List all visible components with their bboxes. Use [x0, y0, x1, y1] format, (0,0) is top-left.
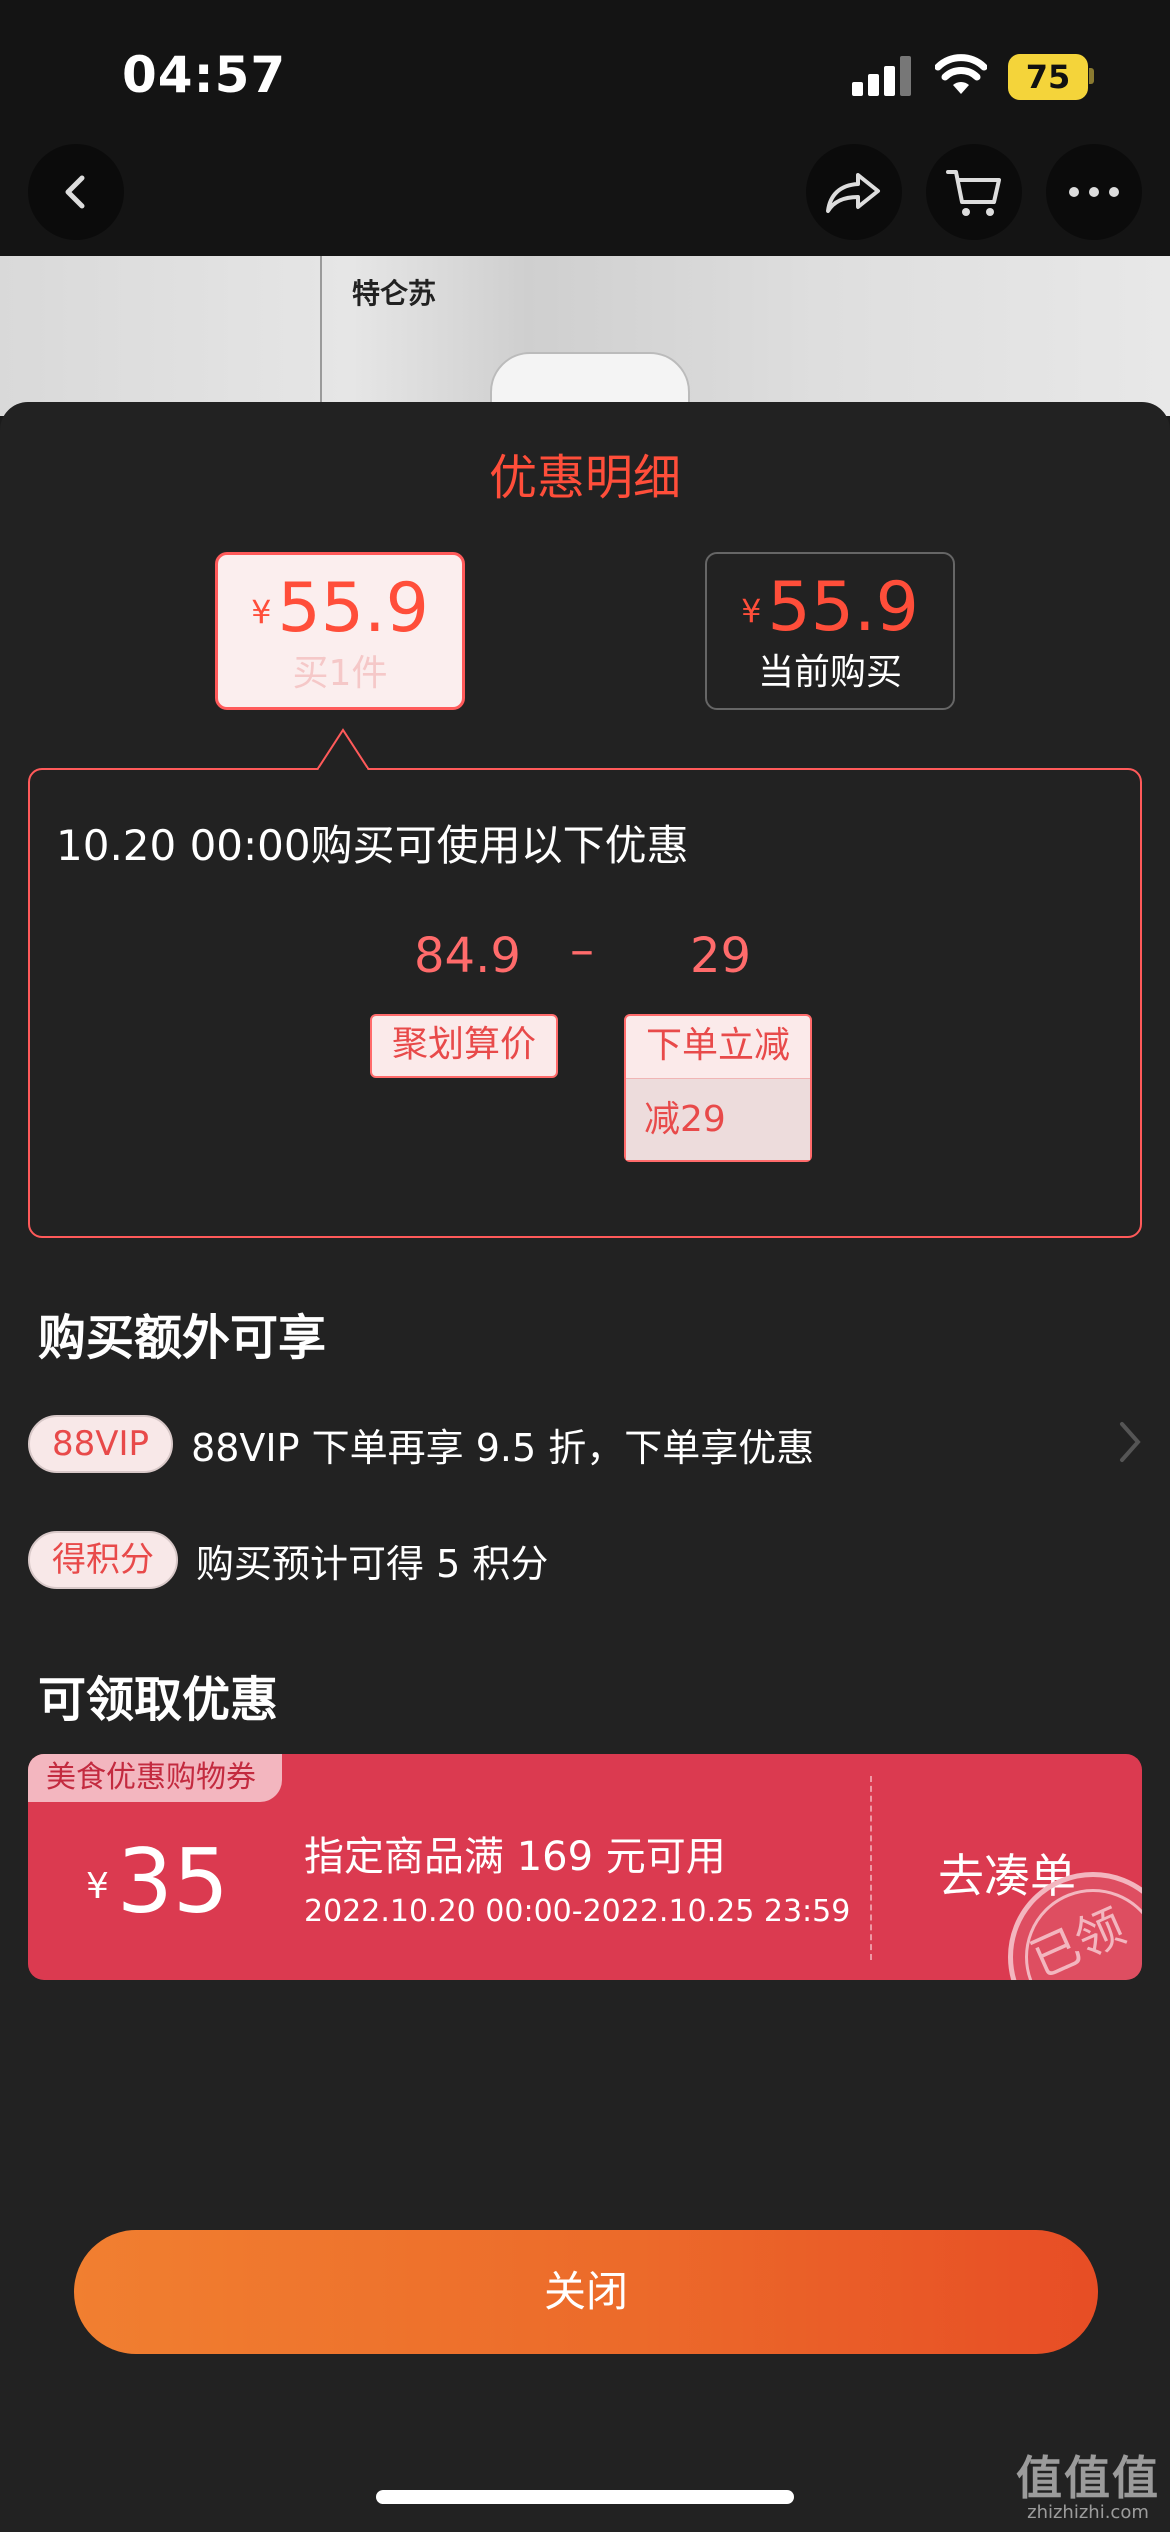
price-option-buy-one[interactable]: ¥55.9 买1件 [215, 552, 465, 710]
cellular-signal-icon [852, 56, 914, 96]
watermark-main: 值值值 [1016, 2451, 1160, 2505]
coupon-card[interactable]: 美食优惠购物券 ¥35 指定商品满 169 元可用 2022.10.20 00:… [28, 1754, 1142, 1980]
chevron-right-icon[interactable] [1110, 1412, 1150, 1472]
cart-icon [946, 170, 1001, 216]
points-badge: 得积分 [28, 1531, 178, 1589]
currency-symbol: ¥ [741, 592, 762, 630]
coupon-type-tag: 美食优惠购物券 [28, 1754, 282, 1802]
perk-points: 得积分 购买预计可得 5 积分 [28, 1530, 548, 1590]
selected-pointer [317, 728, 369, 770]
base-price: 84.9 [414, 928, 521, 984]
watermark-logo: 值值值 zhizhizhi.com [1016, 2442, 1160, 2523]
discount-tag-sub: 减29 [626, 1078, 810, 1160]
status-bar: 04:57 75 [0, 0, 1170, 140]
price-label: 当前购买 [757, 652, 902, 693]
coupon-divider [870, 1776, 872, 1960]
status-time: 04:57 [122, 46, 287, 104]
currency-symbol: ¥ [251, 593, 272, 631]
perk-88vip[interactable]: 88VIP 88VIP 下单再享 9.5 折，下单享优惠 [28, 1414, 814, 1474]
discount-detail-sheet: 优惠明细 ¥55.9 买1件 ¥55.9 当前购买 10.20 00:00购买可… [0, 402, 1170, 2532]
breakdown-headline: 10.20 00:00购买可使用以下优惠 [56, 821, 689, 870]
minus-operator: – [570, 922, 594, 978]
base-price-tag: 聚划算价 [370, 1014, 558, 1078]
coupon-condition: 指定商品满 169 元可用 [304, 1834, 726, 1880]
battery-tip [1089, 68, 1094, 84]
back-button[interactable] [28, 144, 124, 240]
more-button[interactable] [1046, 144, 1142, 240]
coupon-amount-value: 35 [116, 1830, 229, 1933]
watermark-url: zhizhizhi.com [1027, 2502, 1149, 2523]
coupon-date-range: 2022.10.20 00:00-2022.10.25 23:59 [304, 1894, 851, 1929]
discount-breakdown-box: 10.20 00:00购买可使用以下优惠 84.9 – 29 聚划算价 下单立减… [28, 768, 1142, 1238]
discount-tag: 下单立减 减29 [624, 1014, 812, 1162]
discount-amount: 29 [690, 928, 752, 984]
price-label: 买1件 [292, 653, 388, 694]
wifi-icon [935, 54, 987, 94]
price-value: 55.9 [767, 568, 919, 647]
product-image: 特仑苏 [0, 256, 1170, 416]
coupon-amount: ¥35 [86, 1830, 229, 1933]
cart-button[interactable] [926, 144, 1022, 240]
price-value: 55.9 [277, 569, 429, 648]
share-icon [826, 173, 880, 213]
close-button[interactable]: 关闭 [74, 2230, 1098, 2354]
product-brand-logo: 特仑苏 [352, 277, 437, 310]
nav-bar [0, 140, 1170, 256]
currency-symbol: ¥ [86, 1866, 109, 1907]
home-indicator[interactable] [376, 2490, 794, 2504]
battery-icon: 75 [1008, 54, 1088, 100]
share-button[interactable] [806, 144, 902, 240]
available-coupons-title: 可领取优惠 [38, 1672, 279, 1728]
perk-text: 购买预计可得 5 积分 [196, 1541, 549, 1586]
chevron-left-icon [65, 175, 85, 209]
perk-text: 88VIP 下单再享 9.5 折，下单享优惠 [191, 1425, 815, 1470]
extra-benefits-title: 购买额外可享 [38, 1310, 327, 1366]
discount-tag-label: 下单立减 [645, 1025, 790, 1066]
product-image-divider [320, 256, 322, 416]
vip-badge: 88VIP [28, 1415, 174, 1473]
more-dots-icon [1069, 187, 1119, 197]
price-option-current[interactable]: ¥55.9 当前购买 [705, 552, 955, 710]
sheet-title: 优惠明细 [488, 450, 681, 506]
